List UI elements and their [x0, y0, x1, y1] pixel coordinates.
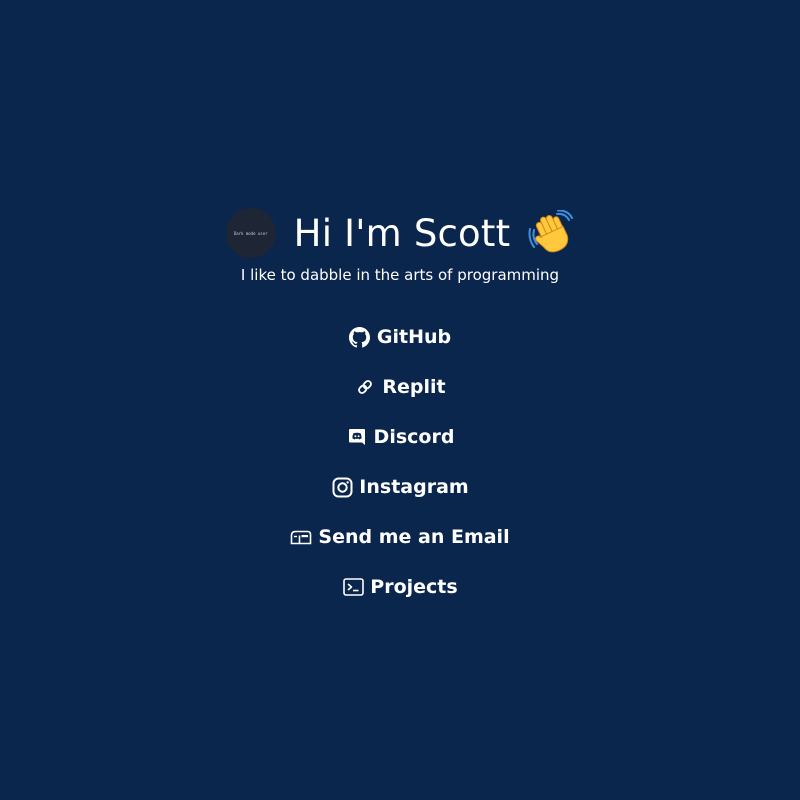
instagram-link[interactable]: Instagram [331, 472, 469, 522]
discord-link-label: Discord [373, 426, 455, 448]
instagram-icon [331, 472, 353, 502]
github-link[interactable]: GitHub [349, 322, 451, 372]
replit-link-label: Replit [382, 376, 446, 398]
discord-link[interactable]: Discord [346, 422, 455, 472]
tagline: I like to dabble in the arts of programm… [240, 266, 560, 284]
terminal-icon [342, 572, 364, 602]
email-link-label: Send me an Email [318, 526, 510, 548]
page: Dark mode user Hi I'm Scott I like to da… [0, 0, 800, 800]
page-title: Hi I'm Scott [293, 211, 511, 255]
discord-icon [346, 422, 368, 452]
avatar: Dark mode user [225, 208, 276, 258]
link-icon [354, 372, 376, 402]
projects-link[interactable]: Projects [342, 572, 458, 622]
replit-link[interactable]: Replit [354, 372, 446, 422]
avatar-text: Dark mode user [233, 230, 268, 236]
github-icon [349, 322, 371, 352]
mailbox-icon [290, 522, 312, 552]
projects-link-label: Projects [370, 576, 458, 598]
instagram-link-label: Instagram [359, 476, 469, 498]
email-link[interactable]: Send me an Email [290, 522, 510, 572]
waving-hand-icon [528, 210, 574, 253]
header: Dark mode user Hi I'm Scott [0, 207, 800, 259]
social-links: GitHub Replit Discord Instagram Send me … [0, 322, 800, 622]
github-link-label: GitHub [376, 326, 452, 348]
